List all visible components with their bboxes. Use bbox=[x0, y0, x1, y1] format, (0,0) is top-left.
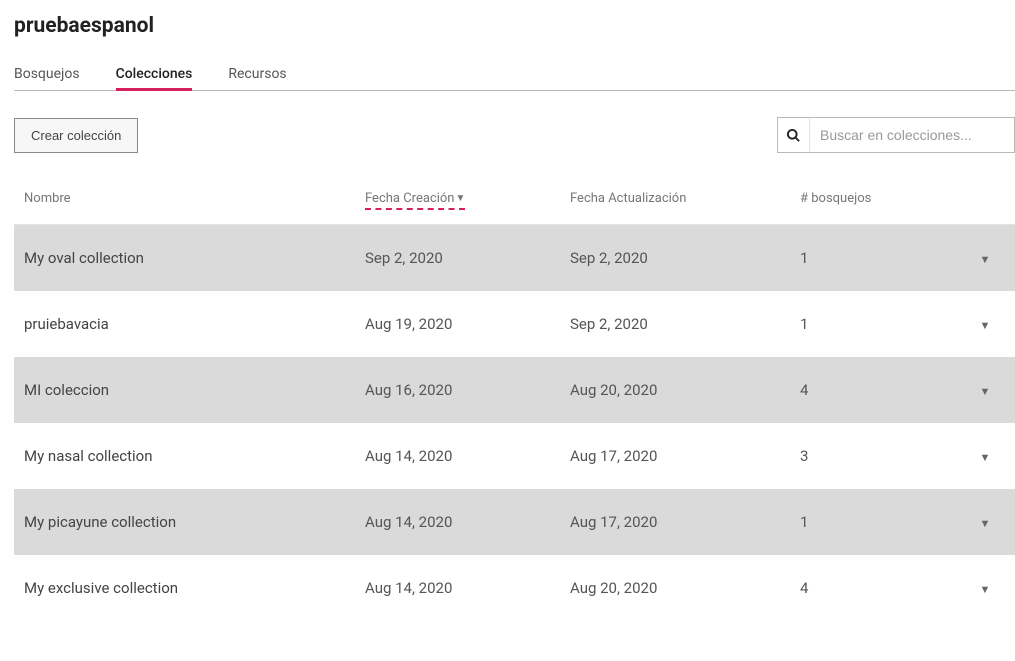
cell-updated: Aug 17, 2020 bbox=[570, 447, 800, 465]
table-header: Nombre Fecha Creación▼ Fecha Actualizaci… bbox=[14, 177, 1015, 225]
cell-name: My oval collection bbox=[20, 249, 365, 267]
row-menu-icon[interactable]: ▼ bbox=[980, 583, 991, 596]
table-row[interactable]: My picayune collectionAug 14, 2020Aug 17… bbox=[14, 489, 1015, 555]
cell-updated: Sep 2, 2020 bbox=[570, 249, 800, 267]
tab-bar: Bosquejos Colecciones Recursos bbox=[14, 58, 1015, 91]
cell-name: pruiebavacia bbox=[20, 315, 365, 333]
table-row[interactable]: pruiebavaciaAug 19, 2020Sep 2, 20201 ▼ bbox=[14, 291, 1015, 357]
cell-created: Aug 19, 2020 bbox=[365, 315, 570, 333]
cell-name: My nasal collection bbox=[20, 447, 365, 465]
cell-count: 4 bbox=[800, 579, 965, 597]
row-menu-icon[interactable]: ▼ bbox=[980, 385, 991, 398]
cell-count: 3 bbox=[800, 447, 965, 465]
header-created-label: Fecha Creación bbox=[365, 191, 454, 206]
table-row[interactable]: My nasal collectionAug 14, 2020Aug 17, 2… bbox=[14, 423, 1015, 489]
search-wrap bbox=[777, 117, 1015, 153]
cell-updated: Aug 20, 2020 bbox=[570, 381, 800, 399]
cell-created: Aug 14, 2020 bbox=[365, 579, 570, 597]
cell-created: Aug 14, 2020 bbox=[365, 447, 570, 465]
search-input[interactable] bbox=[810, 118, 1014, 152]
tab-recursos[interactable]: Recursos bbox=[228, 58, 286, 90]
cell-created: Aug 16, 2020 bbox=[365, 381, 570, 399]
row-menu-icon[interactable]: ▼ bbox=[980, 253, 991, 266]
cell-count: 1 bbox=[800, 315, 965, 333]
table-row[interactable]: My exclusive collectionAug 14, 2020Aug 2… bbox=[14, 555, 1015, 621]
cell-name: MI coleccion bbox=[20, 381, 365, 399]
collections-table: Nombre Fecha Creación▼ Fecha Actualizaci… bbox=[14, 177, 1015, 621]
row-menu-icon[interactable]: ▼ bbox=[980, 517, 991, 530]
cell-created: Sep 2, 2020 bbox=[365, 249, 570, 267]
row-menu-icon[interactable]: ▼ bbox=[980, 451, 991, 464]
cell-updated: Aug 17, 2020 bbox=[570, 513, 800, 531]
search-icon bbox=[778, 118, 810, 152]
table-row[interactable]: MI coleccionAug 16, 2020Aug 20, 20204 ▼ bbox=[14, 357, 1015, 423]
header-created[interactable]: Fecha Creación▼ bbox=[365, 191, 570, 210]
cell-name: My exclusive collection bbox=[20, 579, 365, 597]
cell-count: 1 bbox=[800, 513, 965, 531]
sort-caret-icon: ▼ bbox=[455, 193, 465, 204]
cell-updated: Aug 20, 2020 bbox=[570, 579, 800, 597]
row-menu-icon[interactable]: ▼ bbox=[980, 319, 991, 332]
cell-updated: Sep 2, 2020 bbox=[570, 315, 800, 333]
cell-count: 1 bbox=[800, 249, 965, 267]
tab-bosquejos[interactable]: Bosquejos bbox=[14, 58, 80, 90]
cell-created: Aug 14, 2020 bbox=[365, 513, 570, 531]
header-updated[interactable]: Fecha Actualización bbox=[570, 191, 800, 210]
page-title: pruebaespanol bbox=[14, 14, 1015, 38]
create-collection-button[interactable]: Crear colección bbox=[14, 118, 138, 153]
header-name[interactable]: Nombre bbox=[20, 191, 365, 210]
tab-colecciones[interactable]: Colecciones bbox=[116, 58, 193, 90]
cell-name: My picayune collection bbox=[20, 513, 365, 531]
table-row[interactable]: My oval collectionSep 2, 2020Sep 2, 2020… bbox=[14, 225, 1015, 291]
cell-count: 4 bbox=[800, 381, 965, 399]
header-count[interactable]: # bosquejos bbox=[800, 191, 965, 210]
